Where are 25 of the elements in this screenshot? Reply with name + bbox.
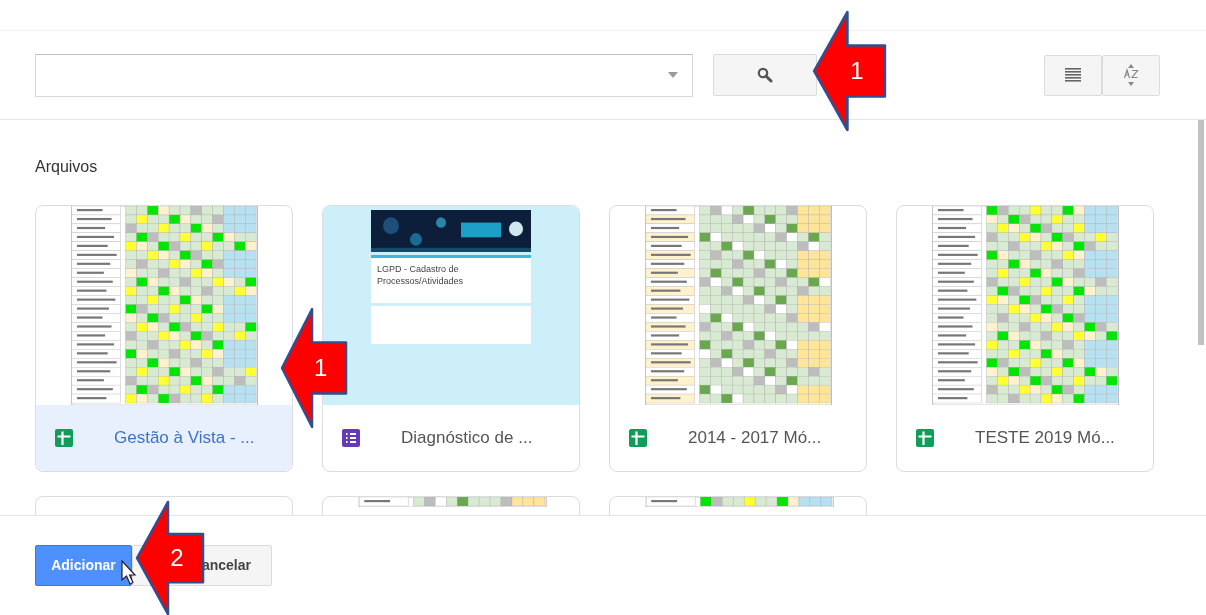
spreadsheet-icon — [628, 428, 648, 448]
search-field[interactable] — [35, 53, 693, 97]
scrollbar[interactable] — [1198, 120, 1204, 345]
search-button[interactable] — [713, 54, 817, 96]
list-icon — [1065, 68, 1081, 82]
section-title: Arquivos — [35, 157, 99, 177]
form-title: LGPD - Cadastro de Processos/Atividades — [377, 264, 465, 288]
list-view-button[interactable] — [1044, 54, 1102, 96]
file-card[interactable]: TESTE 2019 Mó... — [896, 205, 1154, 472]
sort-button[interactable] — [1102, 54, 1160, 96]
file-name: Gestão à Vista - ... — [114, 428, 255, 448]
file-name: 2014 - 2017 Mó... — [688, 428, 822, 448]
annotation-number: 2 — [169, 543, 185, 573]
file-card[interactable]: 2014 - 2017 Mó... — [609, 205, 867, 472]
dropdown-icon[interactable] — [668, 72, 678, 78]
form-icon — [341, 428, 361, 448]
annotation-number: 1 — [849, 56, 865, 86]
file-card[interactable]: Gestão à Vista - ... — [35, 205, 293, 472]
file-name: TESTE 2019 Mó... — [975, 428, 1115, 448]
spreadsheet-icon — [54, 428, 74, 448]
spreadsheet-icon — [915, 428, 935, 448]
search-icon — [757, 67, 773, 83]
file-name: Diagnóstico de ... — [401, 428, 533, 448]
sort-icon — [1123, 64, 1139, 86]
cursor-icon — [121, 560, 137, 586]
